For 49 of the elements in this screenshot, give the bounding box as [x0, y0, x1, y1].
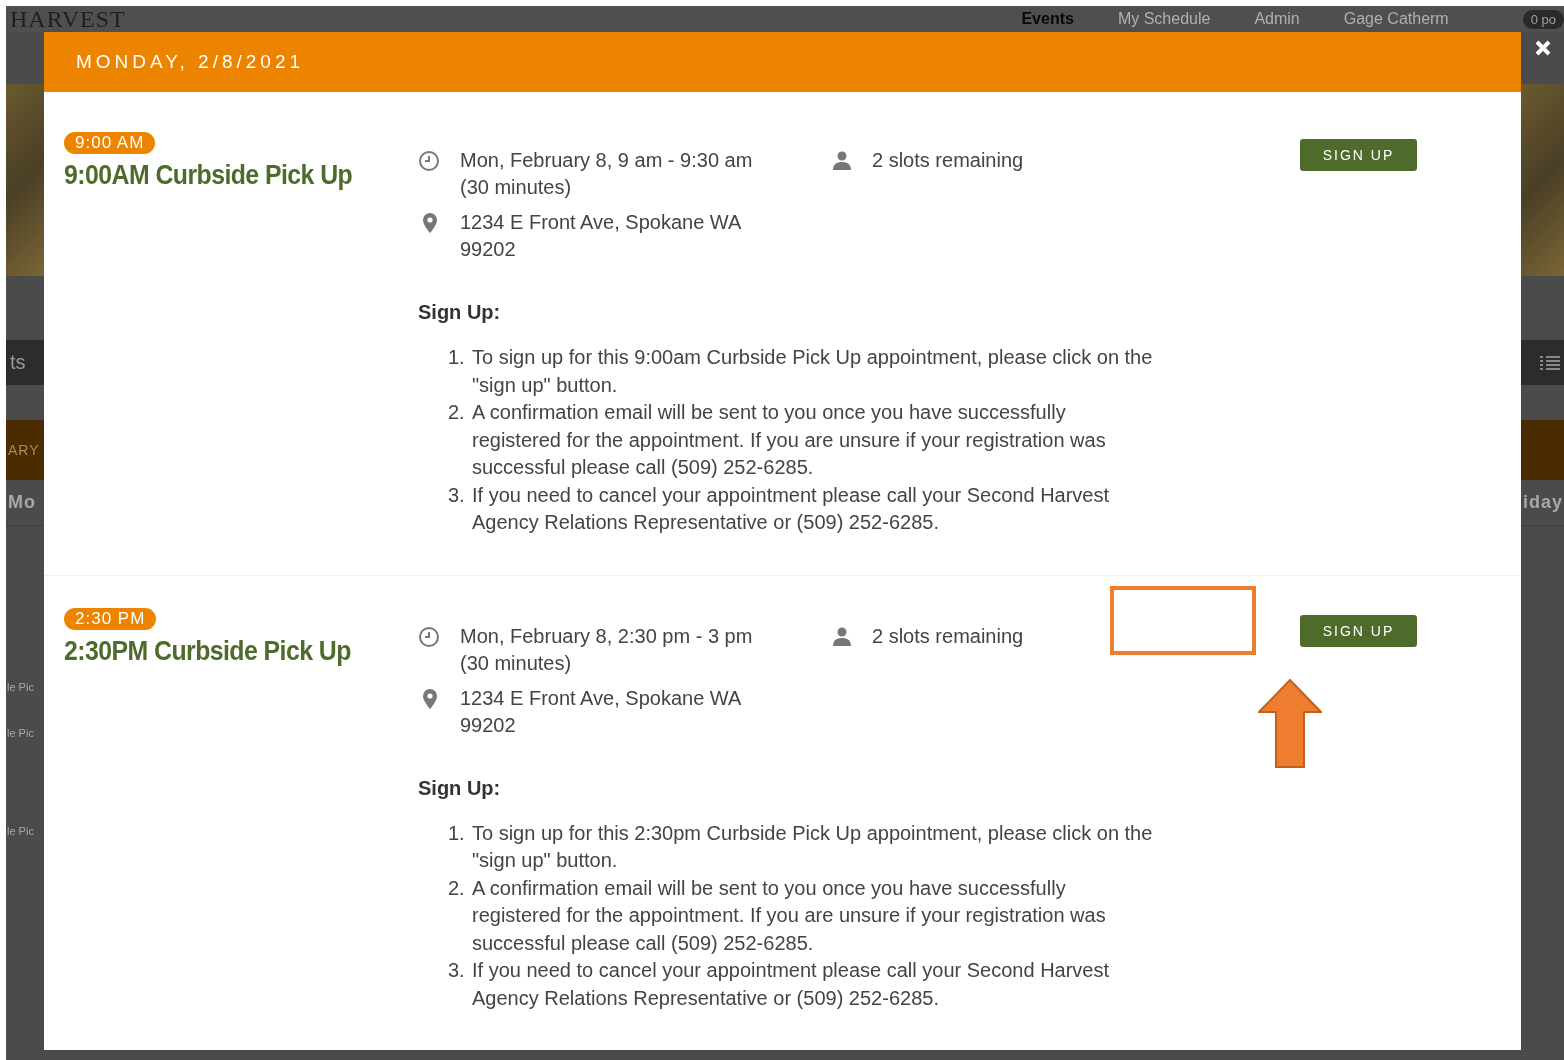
calendar-header-text: ARY — [6, 420, 44, 480]
event-text: le Pic — [6, 727, 34, 739]
slots-remaining: 2 slots remaining — [872, 148, 1024, 173]
time-badge: 9:00 AM — [64, 132, 156, 154]
event-time: Mon, February 8, 2:30 pm - 3 pm (30 minutes) — [460, 623, 754, 676]
sign-up-heading: Sign Up: — [418, 776, 502, 800]
time-badge: 2:30 PM — [64, 607, 157, 630]
instruction-text: A confirmation email will be sent to you once you have successfully registered for the appointment. If you are unsure if your registration was successful please call (509) 252-6285. — [472, 875, 1107, 956]
step-number: 3. — [448, 958, 466, 983]
person-icon — [832, 150, 852, 170]
nav-link[interactable]: My Schedule — [1117, 10, 1211, 28]
map-pin-icon — [420, 212, 440, 234]
instruction-text: To sign up for this 9:00am Curbside Pick Up appointment, please click on the "sign up" button. — [472, 345, 1154, 398]
up-arrow-icon — [1258, 678, 1322, 768]
instruction-text: If you need to cancel your appointment please call your Second Harvest Agency Relations Representative or (509) 252-6285. — [472, 482, 1111, 535]
event-address: 1234 E Front Ave, Spokane WA 99202 — [460, 210, 742, 262]
nav-link[interactable]: Admin — [1254, 10, 1300, 28]
instruction-text: To sign up for this 2:30pm Curbside Pick Up appointment, please click on the "sign up" button. — [472, 820, 1154, 873]
clock-icon — [418, 150, 440, 172]
event-address: 1234 E Front Ave, Spokane WA 99202 — [460, 685, 742, 738]
event-title: 9:00AM Curbside Pick Up — [64, 160, 354, 191]
map-pin-icon — [420, 687, 440, 710]
close-icon[interactable] — [1535, 40, 1551, 56]
instruction-text: If you need to cancel your appointment please call your Second Harvest Agency Relations Representative or (509) 252-6285. — [472, 958, 1111, 1011]
sign-up-button[interactable]: SIGN UP — [1300, 139, 1417, 171]
event-text: le Pic — [6, 825, 34, 837]
nav-link[interactable]: Gage Catherm — [1343, 10, 1449, 28]
tab-text: ts — [6, 340, 44, 385]
slots-remaining: 2 slots remaining — [872, 623, 1024, 649]
event-title: 2:30PM Curbside Pick Up — [64, 635, 352, 667]
list-icon — [1540, 355, 1560, 370]
step-number: 1. — [448, 345, 466, 370]
calendar-header-bar — [1521, 420, 1564, 480]
step-number: 3. — [448, 482, 466, 508]
step-number: 2. — [448, 875, 466, 901]
step-number: 2. — [448, 400, 466, 425]
day-header-text: iday — [1521, 480, 1564, 526]
event-text: le Pic — [6, 681, 34, 693]
step-number: 1. — [448, 820, 466, 846]
points-badge: 0 po — [1522, 9, 1564, 29]
sign-up-heading: Sign Up: — [418, 301, 502, 324]
event-time: Mon, February 8, 9 am - 9:30 am (30 minutes) — [460, 148, 754, 200]
nav-link[interactable]: Events — [1021, 10, 1074, 28]
instruction-text: A confirmation email will be sent to you once you have successfully registered for the appointment. If you are unsure if your registration was successful please call (509) 252-6285. — [472, 400, 1107, 480]
clock-icon — [418, 625, 440, 648]
modal-header: MONDAY, 2/8/2021 — [44, 32, 1521, 92]
person-icon — [832, 625, 852, 646]
list-view-button[interactable] — [1521, 340, 1564, 385]
sign-up-button[interactable]: SIGN UP — [1300, 614, 1417, 647]
